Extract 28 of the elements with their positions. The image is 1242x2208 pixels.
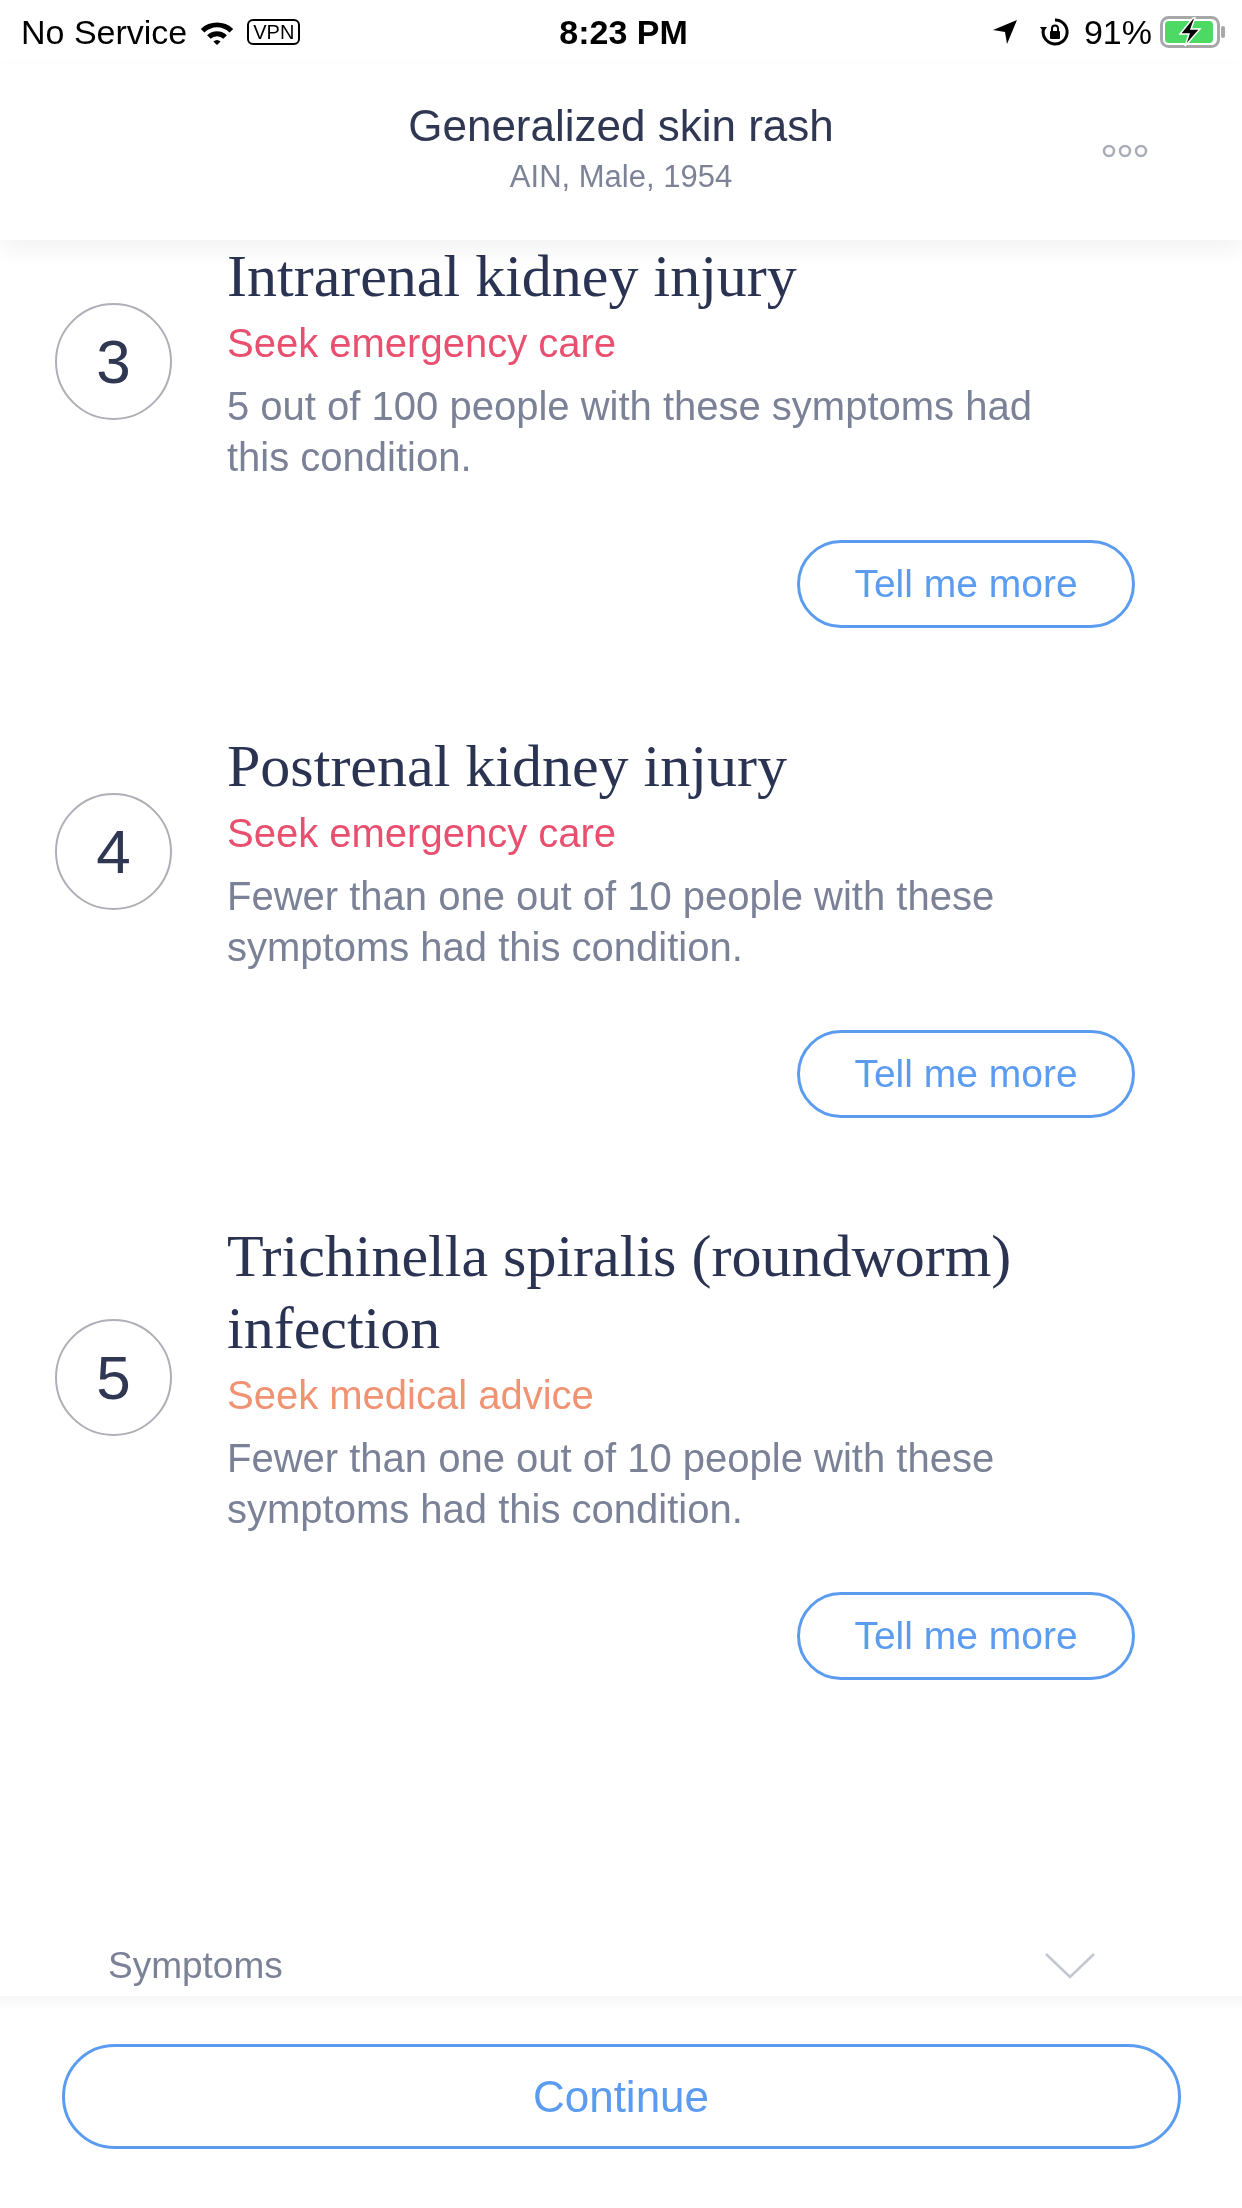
vpn-badge: VPN: [247, 19, 301, 45]
condition-name: Trichinella spiralis (roundworm) infection: [227, 1222, 1013, 1363]
carrier-text: No Service: [21, 12, 188, 52]
care-advice: Seek medical advice: [227, 1372, 594, 1419]
tell-me-more-button[interactable]: Tell me more: [797, 1030, 1135, 1118]
patient-info: AIN, Male, 1954: [509, 159, 733, 195]
symptoms-label: Symptoms: [108, 1945, 283, 1987]
chevron-down-icon[interactable]: [1044, 1952, 1096, 1980]
rank-number: 3: [55, 303, 172, 420]
rank-number: 5: [55, 1319, 172, 1436]
more-options-icon[interactable]: [1102, 144, 1148, 158]
condition-name: Postrenal kidney injury: [227, 732, 787, 801]
tell-me-more-button[interactable]: Tell me more: [797, 1592, 1135, 1680]
care-advice: Seek emergency care: [227, 320, 617, 367]
rank-number: 4: [55, 793, 172, 910]
condition-name: Intrarenal kidney injury: [227, 242, 797, 311]
likelihood-text: 5 out of 100 people with these symptoms had this condition.: [227, 383, 1033, 481]
location-arrow-icon: [991, 19, 1018, 45]
likelihood-text: Fewer than one out of 10 people with these symptoms had this condition.: [227, 1435, 996, 1533]
likelihood-text: Fewer than one out of 10 people with these symptoms had this condition.: [227, 873, 996, 971]
rotation-lock-icon: [1039, 17, 1070, 47]
battery-charging-icon: [1160, 16, 1226, 48]
screen-title: Generalized skin rash: [408, 101, 834, 151]
care-advice: Seek emergency care: [227, 810, 617, 857]
continue-button[interactable]: Continue: [61, 2044, 1181, 2149]
clock-time: 8:23 PM: [559, 12, 688, 52]
battery-percent: 91%: [1083, 12, 1152, 52]
tell-me-more-button[interactable]: Tell me more: [797, 540, 1135, 628]
